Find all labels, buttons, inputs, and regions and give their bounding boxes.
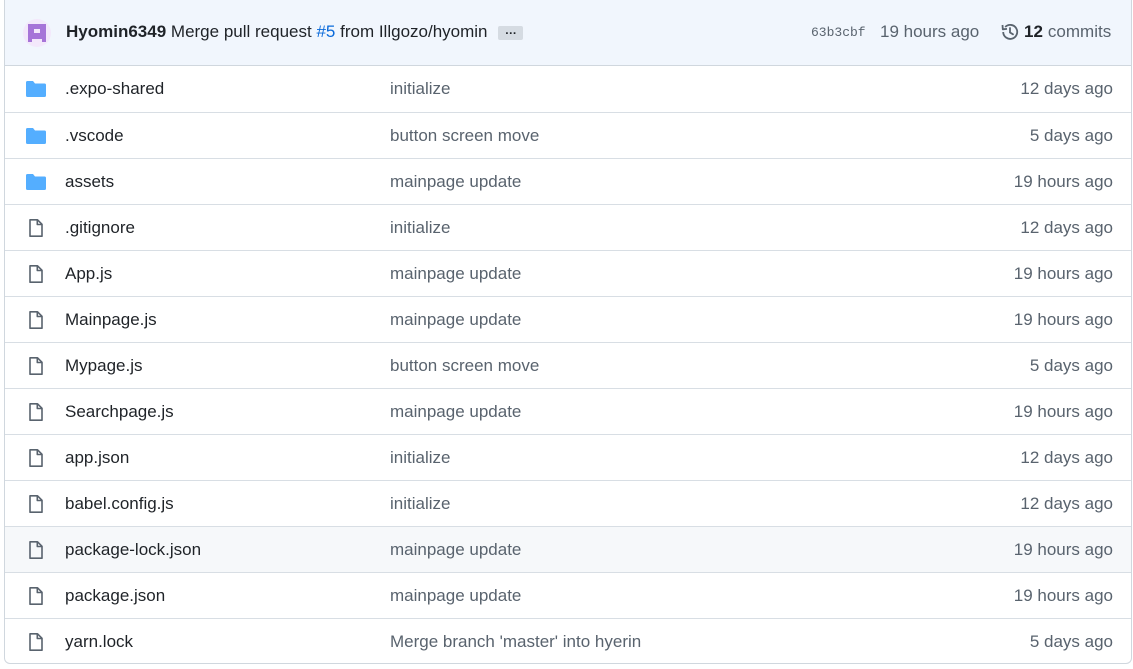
file-icon [25,541,47,559]
file-commit-age: 12 days ago [1020,79,1113,98]
folder-icon [25,127,47,145]
folder-icon [25,80,47,98]
file-row[interactable]: assets mainpage update 19 hours ago [5,158,1131,204]
file-commit-message-link[interactable]: Merge branch 'master' into hyerin [390,632,641,652]
file-row[interactable]: App.js mainpage update 19 hours ago [5,250,1131,296]
latest-commit-bar: Hyomin6349 Merge pull request #5 from Il… [5,0,1131,66]
file-icon [25,219,47,237]
file-row[interactable]: package.json mainpage update 19 hours ago [5,572,1131,618]
file-commit-message-link[interactable]: button screen move [390,126,539,146]
file-icon [25,265,47,283]
folder-icon [25,173,47,191]
file-icon [25,311,47,329]
file-commit-age: 5 days ago [1029,632,1113,651]
file-commit-age: 19 hours ago [1013,310,1113,329]
commit-sha[interactable]: 63b3cbf [811,25,866,40]
file-row[interactable]: package-lock.json mainpage update 19 hours… [5,526,1131,572]
avatar[interactable] [23,19,51,47]
file-commit-age: 19 hours ago [1013,402,1113,421]
file-name-link[interactable]: App.js [65,264,112,284]
file-name-link[interactable]: babel.config.js [65,494,174,514]
file-row[interactable]: .expo-shared initialize 12 days ago [5,66,1131,112]
file-row[interactable]: app.json initialize 12 days ago [5,434,1131,480]
file-commit-message-link[interactable]: initialize [390,218,450,238]
file-name-link[interactable]: assets [65,172,114,192]
file-commit-age: 5 days ago [1029,356,1113,375]
file-commit-message-link[interactable]: initialize [390,79,450,99]
commit-author[interactable]: Hyomin6349 [66,22,166,41]
file-name-link[interactable]: package.json [65,586,165,606]
file-name-link[interactable]: .expo-shared [65,79,164,99]
commit-count: 12 [1024,22,1043,41]
file-icon [25,495,47,513]
file-name-link[interactable]: Mainpage.js [65,310,157,330]
expand-message-button[interactable]: … [498,24,524,40]
file-commit-message-link[interactable]: initialize [390,448,450,468]
file-icon [25,357,47,375]
file-icon [25,449,47,467]
file-row[interactable]: .gitignore initialize 12 days ago [5,204,1131,250]
file-name-link[interactable]: app.json [65,448,129,468]
file-commit-age: 19 hours ago [1013,586,1113,605]
commit-time: 19 hours ago [880,22,980,41]
file-commit-message-link[interactable]: mainpage update [390,586,521,606]
file-commit-message-link[interactable]: button screen move [390,356,539,376]
file-commit-message-link[interactable]: initialize [390,494,450,514]
file-name-link[interactable]: .gitignore [65,218,135,238]
file-commit-age: 12 days ago [1020,494,1113,513]
file-icon [25,587,47,605]
commit-summary: Hyomin6349 Merge pull request #5 from Il… [66,22,524,42]
file-icon [25,403,47,421]
file-row[interactable]: .vscode button screen move 5 days ago [5,112,1131,158]
file-browser: Hyomin6349 Merge pull request #5 from Il… [4,0,1132,664]
history-icon [1001,24,1019,40]
file-commit-message-link[interactable]: mainpage update [390,402,521,422]
file-commit-message-link[interactable]: mainpage update [390,264,521,284]
file-name-link[interactable]: Searchpage.js [65,402,174,422]
file-name-link[interactable]: .vscode [65,126,124,146]
file-row[interactable]: yarn.lock Merge branch 'master' into hyer… [5,618,1131,664]
file-row[interactable]: Searchpage.js mainpage update 19 hours ago [5,388,1131,434]
file-name-link[interactable]: yarn.lock [65,632,133,652]
file-name-link[interactable]: Mypage.js [65,356,142,376]
pull-request-link[interactable]: #5 [316,22,335,41]
file-commit-age: 12 days ago [1020,218,1113,237]
file-name-link[interactable]: package-lock.json [65,540,201,560]
file-row[interactable]: Mypage.js button screen move 5 days ago [5,342,1131,388]
file-commit-age: 12 days ago [1020,448,1113,467]
file-commit-age: 19 hours ago [1013,540,1113,559]
commit-history-link[interactable]: 12 commits [1000,22,1111,42]
file-commit-age: 5 days ago [1029,126,1113,145]
commit-count-label: commits [1047,22,1112,41]
file-commit-message-link[interactable]: mainpage update [390,540,521,560]
file-commit-age: 19 hours ago [1013,264,1113,283]
file-commit-message-link[interactable]: mainpage update [390,172,521,192]
file-commit-message-link[interactable]: mainpage update [390,310,521,330]
file-commit-age: 19 hours ago [1013,172,1113,191]
file-row[interactable]: babel.config.js initialize 12 days ago [5,480,1131,526]
commit-message-tail[interactable]: from Illgozo/hyomin [340,22,487,41]
commit-message[interactable]: Merge pull request [171,22,312,41]
file-icon [25,633,47,651]
file-row[interactable]: Mainpage.js mainpage update 19 hours ago [5,296,1131,342]
